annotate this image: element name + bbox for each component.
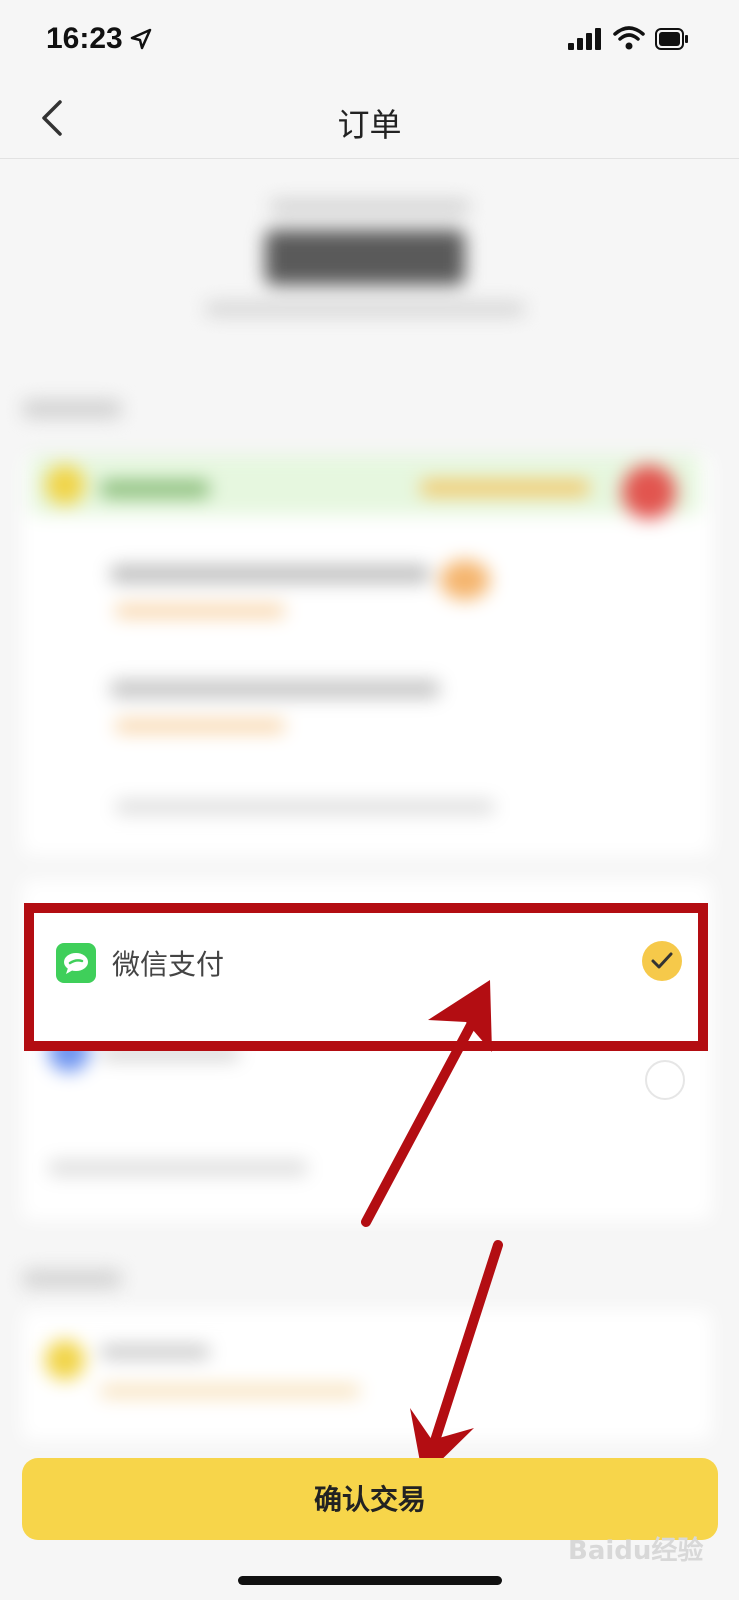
watermark: Baidu经验 [568,1536,704,1566]
home-indicator [238,1576,502,1585]
annotation-arrows [361,980,503,1478]
confirm-trade-button[interactable]: 确认交易 [22,1458,718,1540]
